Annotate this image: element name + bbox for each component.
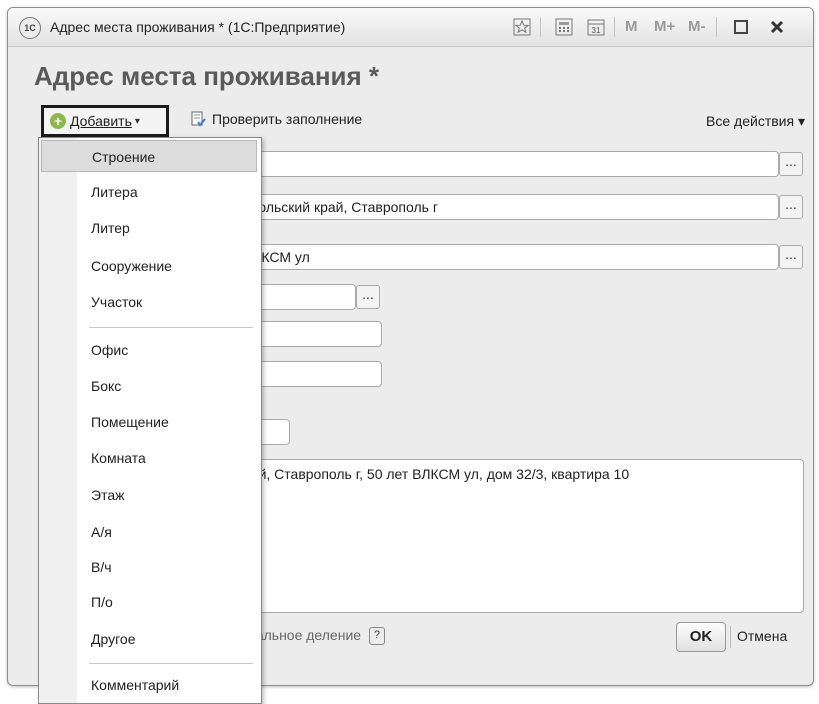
country-field[interactable]: ия — [236, 151, 779, 177]
memory-plus-button[interactable]: M+ — [654, 18, 675, 35]
municipal-division-text: иальное деление — [248, 627, 362, 643]
maximize-icon[interactable] — [730, 16, 752, 38]
menu-item-drugoe[interactable]: Другое — [39, 623, 261, 655]
menu-separator — [89, 663, 253, 664]
favorite-icon[interactable] — [511, 16, 533, 38]
menu-item-v-ch[interactable]: В/ч — [39, 551, 261, 583]
menu-item-etazh[interactable]: Этаж — [39, 479, 261, 511]
menu-item-ofis[interactable]: Офис — [39, 334, 261, 366]
button-separator — [730, 626, 731, 648]
menu-item-pomeshchenie[interactable]: Помещение — [39, 406, 261, 438]
app-logo-icon[interactable]: 1С — [19, 17, 41, 39]
region-select-button[interactable]: ... — [779, 195, 803, 219]
titlebar-separator — [540, 17, 541, 37]
menu-item-p-o[interactable]: П/о — [39, 586, 261, 618]
menu-item-liter[interactable]: Литер — [39, 212, 261, 244]
plus-icon: + — [50, 113, 66, 129]
title-bar: 1С Адрес места проживания * (1С:Предприя… — [8, 8, 813, 47]
check-fill-button[interactable]: Проверить заполнение — [190, 111, 362, 127]
address-presentation-field[interactable]: рай, Ставрополь г, 50 лет ВЛКСМ ул, дом … — [236, 459, 804, 613]
memory-m-button[interactable]: M — [625, 18, 638, 35]
menu-item-sooruzhenie[interactable]: Сооружение — [39, 250, 261, 282]
ok-button[interactable]: OK — [676, 622, 726, 652]
form-toolbar: + Добавить ▾ Проверить заполнение Все де… — [8, 105, 813, 141]
svg-text:31: 31 — [592, 26, 601, 35]
cancel-button[interactable]: Отмена — [737, 628, 787, 644]
region-field[interactable]: опольский край, Ставрополь г — [236, 194, 779, 220]
close-icon[interactable] — [766, 16, 788, 38]
help-icon[interactable]: ? — [368, 627, 385, 646]
check-fill-label: Проверить заполнение — [212, 111, 363, 127]
country-select-button[interactable]: ... — [779, 152, 803, 176]
street-select-button[interactable]: ... — [779, 245, 803, 269]
all-actions-menu[interactable]: Все действия ▾ — [706, 113, 805, 130]
street-field[interactable]: ВЛКСМ ул — [236, 244, 779, 270]
menu-separator — [89, 327, 253, 328]
memory-minus-button[interactable]: M- — [688, 18, 706, 35]
calculator-icon[interactable] — [553, 16, 575, 38]
check-document-icon — [191, 111, 206, 127]
add-dropdown-menu: Строение Литера Литер Сооружение Участок… — [38, 137, 262, 704]
menu-item-komnata[interactable]: Комната — [39, 442, 261, 474]
chevron-down-icon: ▾ — [134, 115, 140, 127]
add-button[interactable]: + Добавить ▾ — [41, 105, 169, 137]
form-heading: Адрес места проживания * — [34, 61, 380, 91]
menu-item-a-ya[interactable]: А/я — [39, 516, 261, 548]
menu-item-litera[interactable]: Литера — [39, 176, 261, 208]
menu-item-boks[interactable]: Бокс — [39, 370, 261, 402]
add-button-label: Добавить — [70, 113, 132, 129]
municipal-division-label: иальное деление ? — [248, 627, 385, 646]
house-select-button[interactable]: ... — [356, 285, 380, 309]
window-title: Адрес места проживания * (1С:Предприятие… — [50, 19, 346, 35]
menu-item-stroenie[interactable]: Строение — [41, 140, 257, 172]
calendar-icon[interactable]: 31 — [585, 16, 607, 38]
menu-item-kommentariy[interactable]: Комментарий — [39, 669, 261, 701]
menu-item-uchastok[interactable]: Участок — [39, 286, 261, 318]
titlebar-separator — [716, 17, 717, 37]
titlebar-separator — [614, 17, 615, 37]
